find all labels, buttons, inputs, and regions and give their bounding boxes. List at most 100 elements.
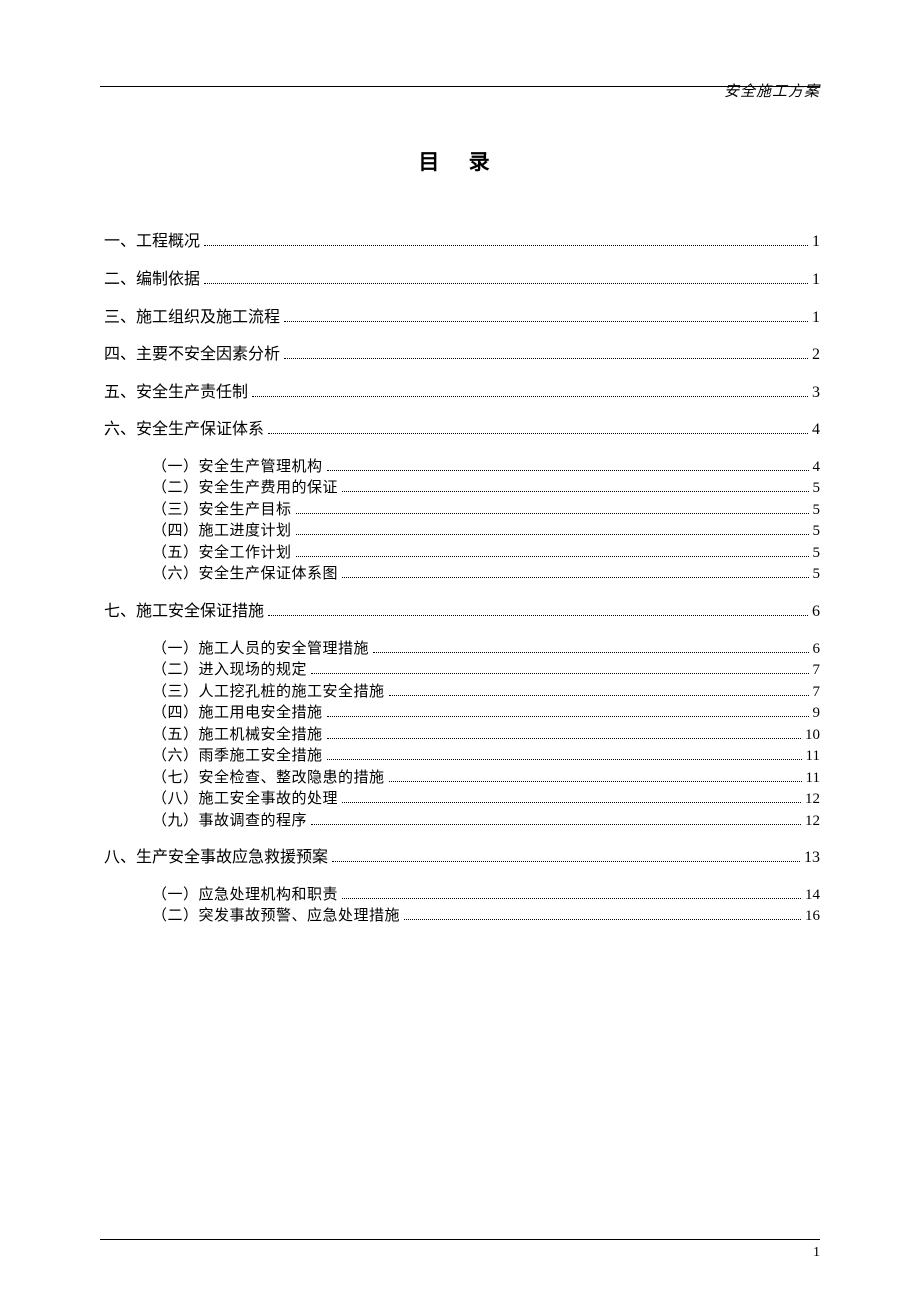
toc-page: 7 [813,683,821,701]
toc-entry: （九）事故调查的程序12 [152,811,820,830]
toc-label: 二、编制依据 [104,270,200,289]
toc-subgroup: （一）应急处理机构和职责 14 （二）突发事故预警、应急处理措施16 [100,885,820,925]
toc-page: 1 [812,270,820,289]
toc-page: 5 [813,565,821,583]
toc-label: （二）进入现场的规定 [152,661,307,679]
toc-label: （四）施工用电安全措施 [152,704,323,722]
toc-label: （三）人工挖孔桩的施工安全措施 [152,683,385,701]
toc-entry: （四）施工进度计划 5 [152,522,820,541]
toc-leader [373,639,808,653]
toc-page: 9 [813,704,821,722]
toc-entry: （一）施工人员的安全管理措施 6 [152,639,820,658]
page-header: 安全施工方案 [100,86,820,112]
toc-entry: （八）施工安全事故的处理 12 [152,790,820,809]
toc-leader [296,543,809,557]
toc-leader [342,885,801,899]
toc-page: 4 [813,458,821,476]
toc-page: 4 [812,420,820,439]
header-rule [100,86,820,87]
toc-leader [404,907,801,921]
toc-label: 四、主要不安全因素分析 [104,345,280,364]
toc-label: （一）应急处理机构和职责 [152,886,338,904]
toc-label: （六）安全生产保证体系图 [152,565,338,583]
toc-leader [327,457,809,471]
toc-page: 5 [813,501,821,519]
document-page: 安全施工方案 目 录 一、工程概况 1 二、编制依据 1 三、施工组织及施工流程 1 四、主… [0,0,920,1302]
toc-page: 10 [805,726,820,744]
header-title: 安全施工方案 [724,80,820,101]
toc-leader [204,232,808,246]
toc-entry: （三）安全生产目标5 [152,500,820,519]
toc-leader [389,768,802,782]
toc-page: 5 [813,544,821,562]
toc-page: 1 [812,232,820,251]
toc-label: （八）施工安全事故的处理 [152,790,338,808]
toc-label: （二）突发事故预警、应急处理措施 [152,907,400,925]
toc-leader [327,704,809,718]
page-title: 目 录 [100,146,820,176]
toc-entry: 六、安全生产保证体系 4 [104,420,820,440]
toc-entry: （四）施工用电安全措施 9 [152,704,820,723]
toc-label: （二）安全生产费用的保证 [152,479,338,497]
toc-page: 6 [813,640,821,658]
toc-entry: （二）安全生产费用的保证 5 [152,479,820,498]
toc-label: （四）施工进度计划 [152,522,292,540]
toc-label: （一）安全生产管理机构 [152,458,323,476]
toc-label: 一、工程概况 [104,232,200,251]
toc-entry: （六）雨季施工安全措施 11 [152,747,820,766]
footer-rule [100,1239,820,1240]
toc-entry: （五）安全工作计划5 [152,543,820,562]
toc-entry: （二）突发事故预警、应急处理措施16 [152,907,820,926]
toc-leader [284,307,808,321]
toc-page: 3 [812,383,820,402]
toc-entry: （七）安全检查、整改隐患的措施 11 [152,768,820,787]
toc-leader [342,479,808,493]
toc-entry: （二）进入现场的规定 7 [152,661,820,680]
toc-leader [342,565,808,579]
page-footer: 1 [100,1239,820,1240]
toc-page: 6 [812,602,820,621]
toc-label: （七）安全检查、整改隐患的措施 [152,769,385,787]
toc-page: 2 [812,345,820,364]
toc-label: 七、施工安全保证措施 [104,602,264,621]
toc-label: 六、安全生产保证体系 [104,420,264,439]
toc-leader [296,522,809,536]
toc-leader [268,420,808,434]
toc-entry: （五）施工机械安全措施 10 [152,725,820,744]
toc-page: 11 [806,769,820,787]
toc-leader [327,725,801,739]
toc-page: 5 [813,522,821,540]
toc-entry: 一、工程概况 1 [104,232,820,252]
toc-label: 三、施工组织及施工流程 [104,308,280,327]
toc-entry: （三）人工挖孔桩的施工安全措施 7 [152,682,820,701]
toc-leader [252,382,808,396]
toc-label: （五）施工机械安全措施 [152,726,323,744]
toc-subgroup: （一）施工人员的安全管理措施6（二）进入现场的规定7（三）人工挖孔桩的施工安全措… [100,639,820,830]
toc-leader [332,848,800,862]
toc-page: 13 [804,848,820,867]
toc-leader [296,500,809,514]
toc-subgroup: （一）安全生产管理机构4（二）安全生产费用的保证5（三）安全生产目标5（四）施工… [100,457,820,583]
toc-entry: （一）安全生产管理机构 4 [152,457,820,476]
toc-entry: 三、施工组织及施工流程 1 [104,307,820,327]
toc-label: （九）事故调查的程序 [152,812,307,830]
toc-entry: （六）安全生产保证体系图 5 [152,565,820,584]
toc-page: 14 [805,886,820,904]
page-number: 1 [813,1245,820,1261]
toc-leader [389,682,809,696]
toc-leader [284,345,808,359]
toc-leader [311,811,801,825]
toc-page: 11 [806,747,820,765]
toc-entry: 二、编制依据 1 [104,270,820,290]
toc-label: （六）雨季施工安全措施 [152,747,323,765]
toc-page: 1 [812,308,820,327]
toc-page: 5 [813,479,821,497]
toc-leader [268,601,808,615]
toc-page: 7 [813,661,821,679]
toc-leader [204,270,808,284]
toc-entry: 五、安全生产责任制 3 [104,382,820,402]
toc-label: （一）施工人员的安全管理措施 [152,640,369,658]
toc-page: 12 [805,790,820,808]
toc-label: 五、安全生产责任制 [104,383,248,402]
toc-entry: 四、主要不安全因素分析 2 [104,345,820,365]
